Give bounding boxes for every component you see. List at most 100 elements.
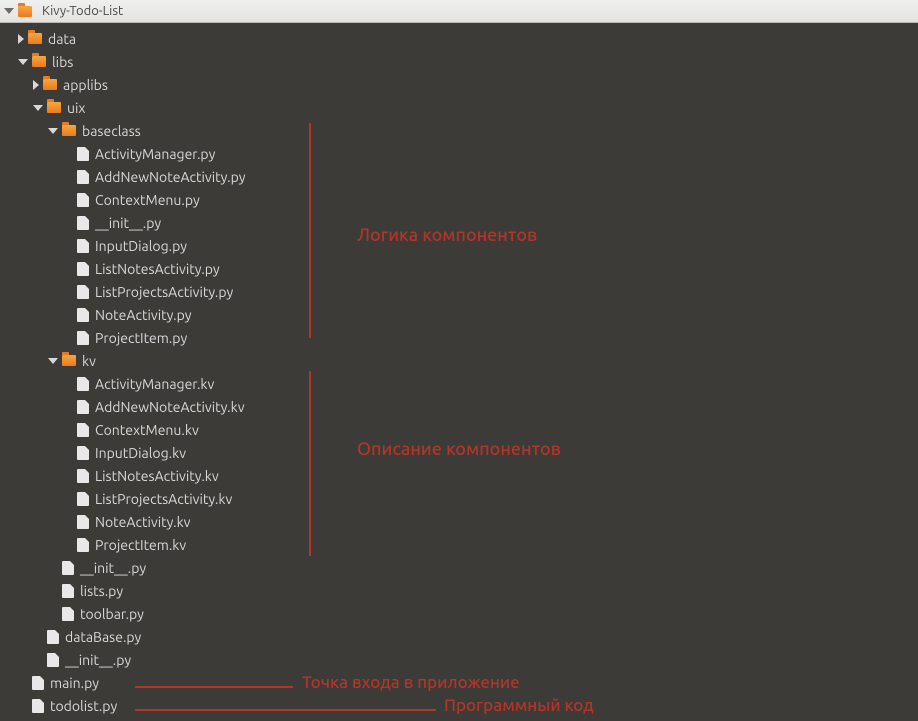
tree-item-label: ListNotesActivity.kv bbox=[95, 468, 219, 484]
file-icon bbox=[77, 216, 89, 230]
tree-folder[interactable]: baseclass bbox=[0, 119, 918, 142]
tree-file[interactable]: NoteActivity.kv bbox=[0, 510, 918, 533]
tree-file[interactable]: __init__.py bbox=[0, 556, 918, 579]
file-icon bbox=[77, 285, 89, 299]
toggle-spacer bbox=[33, 636, 43, 637]
file-icon bbox=[47, 630, 59, 644]
tree-item-label: __init__.py bbox=[95, 215, 161, 231]
tree-file[interactable]: NoteActivity.py bbox=[0, 303, 918, 326]
tree-file[interactable]: __init__.py bbox=[0, 648, 918, 671]
window-title: Kivy-Todo-List bbox=[42, 4, 123, 18]
file-icon bbox=[77, 492, 89, 506]
toggle-spacer bbox=[63, 222, 73, 223]
tree-item-label: lists.py bbox=[80, 583, 123, 599]
tree-file[interactable]: ProjectItem.py bbox=[0, 326, 918, 349]
file-icon bbox=[62, 561, 74, 575]
tree-item-label: ProjectItem.py bbox=[95, 330, 187, 346]
file-icon bbox=[77, 308, 89, 322]
file-icon bbox=[62, 607, 74, 621]
tree-file[interactable]: ListProjectsActivity.kv bbox=[0, 487, 918, 510]
annotation-line-entry bbox=[135, 686, 293, 688]
folder-icon bbox=[47, 102, 61, 113]
annotation-line-description bbox=[309, 371, 311, 556]
tree-item-label: __init__.py bbox=[65, 652, 131, 668]
tree-item-label: data bbox=[48, 31, 76, 47]
tree-folder[interactable]: kv bbox=[0, 349, 918, 372]
chevron-right-icon[interactable] bbox=[18, 34, 24, 44]
toggle-spacer bbox=[63, 337, 73, 338]
toggle-spacer bbox=[63, 314, 73, 315]
tree-file[interactable]: AddNewNoteActivity.kv bbox=[0, 395, 918, 418]
tree-item-label: ListProjectsActivity.kv bbox=[95, 491, 232, 507]
tree-file[interactable]: toolbar.py bbox=[0, 602, 918, 625]
toggle-spacer bbox=[63, 429, 73, 430]
tree-item-label: todolist.py bbox=[50, 698, 117, 714]
toggle-spacer bbox=[48, 590, 58, 591]
tree-folder[interactable]: applibs bbox=[0, 73, 918, 96]
annotation-logic: Логика компонентов bbox=[357, 225, 537, 245]
tree-file[interactable]: AddNewNoteActivity.py bbox=[0, 165, 918, 188]
file-icon bbox=[77, 170, 89, 184]
annotation-code: Программный код bbox=[444, 696, 594, 715]
tree-file[interactable]: dataBase.py bbox=[0, 625, 918, 648]
tree-file[interactable]: ListNotesActivity.py bbox=[0, 257, 918, 280]
tree-file[interactable]: ListProjectsActivity.py bbox=[0, 280, 918, 303]
toggle-spacer bbox=[63, 291, 73, 292]
tree-item-label: NoteActivity.kv bbox=[95, 514, 191, 530]
chevron-down-icon[interactable] bbox=[18, 59, 28, 65]
file-icon bbox=[77, 147, 89, 161]
toggle-spacer bbox=[33, 659, 43, 660]
toggle-spacer bbox=[63, 521, 73, 522]
tree-file[interactable]: ActivityManager.kv bbox=[0, 372, 918, 395]
tree-item-label: __init__.py bbox=[80, 560, 146, 576]
tree-folder[interactable]: uix bbox=[0, 96, 918, 119]
tree-item-label: ListNotesActivity.py bbox=[95, 261, 220, 277]
file-icon bbox=[77, 538, 89, 552]
tree-item-label: ListProjectsActivity.py bbox=[95, 284, 233, 300]
tree-item-label: AddNewNoteActivity.kv bbox=[95, 399, 245, 415]
tree-file[interactable]: ContextMenu.kv bbox=[0, 418, 918, 441]
chevron-down-icon[interactable] bbox=[33, 105, 43, 111]
file-icon bbox=[47, 653, 59, 667]
tree-file[interactable]: ProjectItem.kv bbox=[0, 533, 918, 556]
tree-item-label: kv bbox=[82, 353, 96, 369]
tree-item-label: ActivityManager.py bbox=[95, 146, 215, 162]
chevron-down-icon bbox=[4, 8, 14, 14]
toggle-spacer bbox=[63, 406, 73, 407]
file-icon bbox=[77, 469, 89, 483]
tree-folder[interactable]: libs bbox=[0, 50, 918, 73]
tree-file[interactable]: ContextMenu.py bbox=[0, 188, 918, 211]
folder-icon bbox=[18, 6, 32, 17]
file-icon bbox=[77, 515, 89, 529]
chevron-down-icon[interactable] bbox=[48, 358, 58, 364]
file-icon bbox=[77, 446, 89, 460]
chevron-down-icon[interactable] bbox=[48, 128, 58, 134]
tree-item-label: ContextMenu.py bbox=[95, 192, 200, 208]
annotation-description: Описание компонентов bbox=[357, 439, 561, 459]
toggle-spacer bbox=[63, 153, 73, 154]
tree-item-label: AddNewNoteActivity.py bbox=[95, 169, 246, 185]
annotation-line-code bbox=[135, 709, 436, 711]
toggle-spacer bbox=[63, 452, 73, 453]
toggle-spacer bbox=[48, 613, 58, 614]
toggle-spacer bbox=[63, 383, 73, 384]
chevron-right-icon[interactable] bbox=[33, 80, 39, 90]
tree-item-label: toolbar.py bbox=[80, 606, 144, 622]
titlebar: Kivy-Todo-List bbox=[0, 0, 918, 23]
tree-item-label: libs bbox=[52, 54, 73, 70]
toggle-spacer bbox=[48, 567, 58, 568]
toggle-spacer bbox=[63, 475, 73, 476]
tree-item-label: baseclass bbox=[82, 123, 141, 139]
tree-file[interactable]: ListNotesActivity.kv bbox=[0, 464, 918, 487]
toggle-spacer bbox=[18, 682, 28, 683]
file-icon bbox=[77, 331, 89, 345]
toggle-spacer bbox=[18, 705, 28, 706]
tree-file[interactable]: ActivityManager.py bbox=[0, 142, 918, 165]
file-icon bbox=[32, 676, 44, 690]
tree-item-label: dataBase.py bbox=[65, 629, 141, 645]
toggle-spacer bbox=[63, 199, 73, 200]
folder-icon bbox=[32, 56, 46, 67]
folder-icon bbox=[28, 33, 42, 44]
tree-file[interactable]: lists.py bbox=[0, 579, 918, 602]
tree-folder[interactable]: data bbox=[0, 27, 918, 50]
